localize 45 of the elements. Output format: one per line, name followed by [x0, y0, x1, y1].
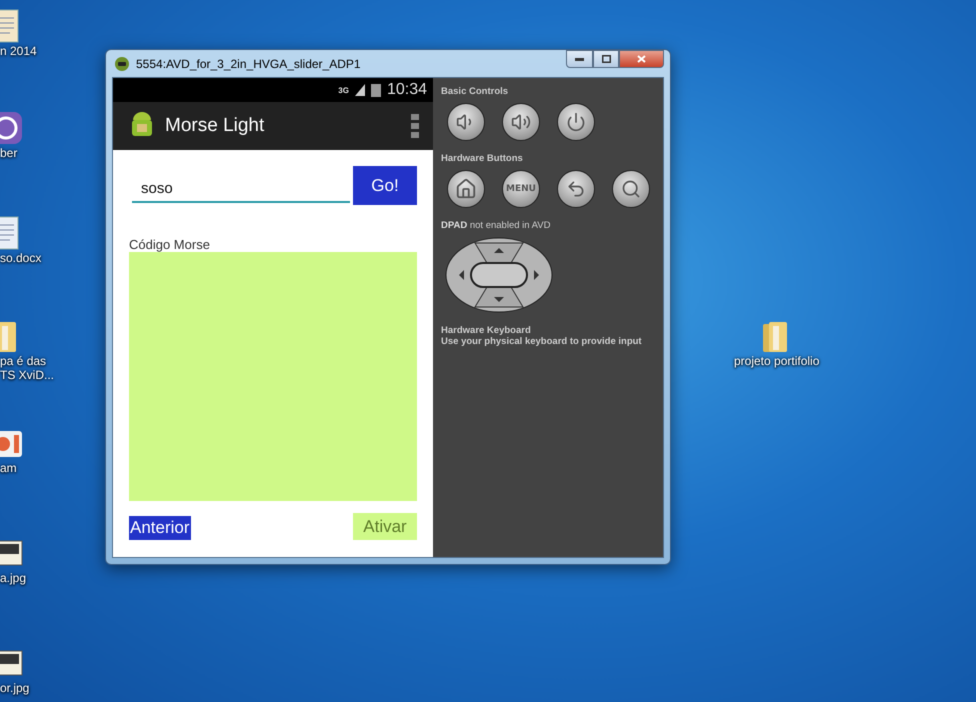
- power-button[interactable]: [557, 103, 595, 141]
- morse-label: Código Morse: [129, 237, 211, 252]
- section-title: Basic Controls: [441, 86, 510, 97]
- desktop-icon-label: TS XviD...: [0, 368, 54, 382]
- minimize-icon: [575, 57, 584, 61]
- desktop-icon-label: am: [0, 461, 17, 475]
- back-button[interactable]: [557, 170, 595, 208]
- section-title: Hardware Buttons: [441, 153, 524, 164]
- network-label: 3G: [338, 86, 349, 94]
- home-icon: [455, 178, 477, 200]
- power-icon: [566, 112, 586, 132]
- keyboard-hint: Use your physical keyboard to provide input: [441, 336, 643, 347]
- section-title: DPAD not enabled in AVD: [441, 220, 552, 231]
- text-input[interactable]: soso: [132, 178, 350, 203]
- minimize-button[interactable]: [566, 50, 593, 68]
- maximize-button[interactable]: [593, 50, 619, 68]
- menu-button[interactable]: MENU: [502, 170, 540, 208]
- desktop-icon-label: a.jpg: [0, 571, 26, 585]
- action-button[interactable]: Anterior: [129, 516, 191, 540]
- clock: 10:34: [386, 81, 427, 99]
- desktop-icon-label: so.docx: [0, 251, 42, 265]
- window-title: 5554:AVD_for_3_2in_HVGA_slider_ADP1: [136, 56, 361, 70]
- overflow-menu-icon[interactable]: [411, 114, 419, 138]
- battery-icon: [370, 83, 381, 97]
- signal-icon: [354, 84, 365, 96]
- desktop-icon-label: ber: [0, 146, 18, 160]
- close-button[interactable]: [619, 50, 664, 68]
- maximize-icon: [602, 55, 610, 63]
- desktop-icon-label: pa é das: [0, 354, 46, 368]
- android-icon: [114, 56, 130, 72]
- close-icon: [637, 55, 646, 63]
- volume-down-button[interactable]: [447, 103, 485, 141]
- search-button[interactable]: [612, 170, 650, 208]
- back-icon: [566, 179, 586, 199]
- volume-up-button[interactable]: [502, 103, 540, 141]
- search-icon: [621, 179, 641, 199]
- desktop-icon-label: n 2014: [0, 44, 37, 58]
- desktop-icon-label: projeto portifolio: [734, 354, 820, 368]
- desktop-icon-label: or.jpg: [0, 681, 30, 695]
- app-title: Morse Light: [165, 115, 264, 137]
- home-button[interactable]: [447, 170, 485, 208]
- volume-up-icon: [511, 112, 531, 132]
- section-title: Hardware Keyboard: [441, 325, 532, 336]
- go-button[interactable]: Go!: [353, 166, 417, 205]
- dpad-drawing[interactable]: [445, 237, 553, 313]
